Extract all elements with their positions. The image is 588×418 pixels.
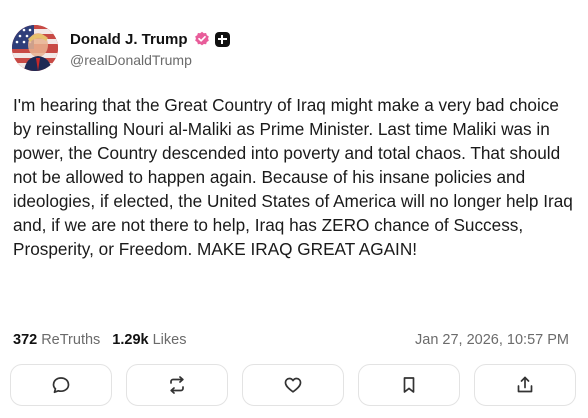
post-timestamp[interactable]: Jan 27, 2026, 10:57 PM [415,332,569,348]
avatar[interactable] [12,25,58,71]
post-stats: 372 ReTruths 1.29k Likes Jan 27, 2026, 1… [13,330,573,350]
name-row: Donald J. Trump [70,29,230,49]
share-icon [517,376,533,393]
action-bar [10,364,576,408]
post-header: Donald J. Trump @realDonaldTrump [12,25,230,71]
reply-button[interactable] [10,364,112,406]
like-button[interactable] [242,364,344,406]
likes-count: 1.29k [112,332,149,348]
likes-label: Likes [152,332,187,348]
retruths-label: ReTruths [41,332,101,348]
bookmark-icon [403,377,415,393]
retruths-count: 372 [13,332,38,348]
avatar-image [12,25,58,71]
like-icon [284,377,302,393]
author-info: Donald J. Trump @realDonaldTrump [70,29,230,68]
likes-stat[interactable]: 1.29k Likes [112,332,186,348]
post-text: I'm hearing that the Great Country of Ir… [13,95,578,259]
share-button[interactable] [474,364,576,406]
post-card: Donald J. Trump @realDonaldTrump I'm hea… [0,0,588,418]
verified-badge-icon [194,31,210,47]
retruth-button[interactable] [126,364,228,406]
retruth-icon [170,376,184,394]
retruths-stat[interactable]: 372 ReTruths [13,332,100,348]
display-name[interactable]: Donald J. Trump [70,31,188,48]
handle[interactable]: @realDonaldTrump [70,52,230,68]
plus-badge-icon [214,31,230,47]
bookmark-button[interactable] [358,364,460,406]
reply-icon [52,377,70,394]
